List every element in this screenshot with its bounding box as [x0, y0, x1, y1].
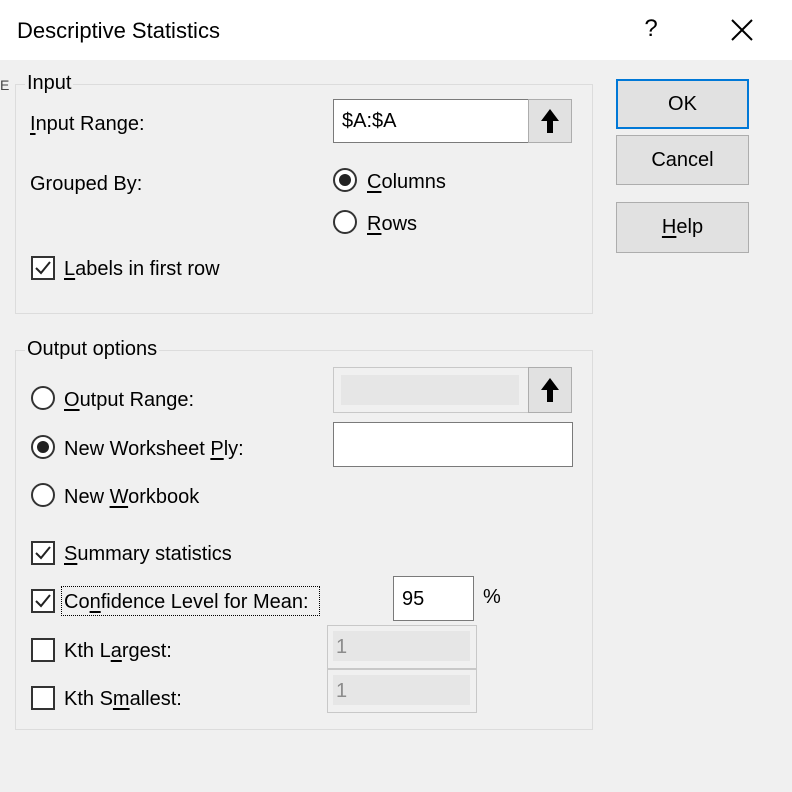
help-question-button[interactable]: ? [636, 14, 666, 44]
kth-smallest-value: 1 [336, 680, 348, 702]
new-worksheet-ply-field[interactable] [333, 422, 573, 467]
rows-label[interactable]: Rows [367, 212, 417, 236]
labels-first-row-checkbox[interactable] [31, 256, 55, 280]
kth-largest-field[interactable]: 1 [327, 625, 477, 669]
kth-largest-checkbox[interactable] [31, 638, 55, 662]
rows-radio[interactable] [333, 210, 357, 234]
new-worksheet-ply-label[interactable]: New Worksheet Ply: [64, 437, 244, 461]
new-worksheet-ply-radio[interactable] [31, 435, 55, 459]
up-arrow-icon [539, 107, 561, 135]
labels-first-row-label[interactable]: Labels in first row [64, 257, 220, 281]
checkmark-icon [35, 546, 51, 560]
background-sheet-letter: E [0, 77, 10, 93]
confidence-level-checkbox[interactable] [31, 589, 55, 613]
columns-radio[interactable] [333, 168, 357, 192]
columns-label[interactable]: Columns [367, 170, 446, 194]
input-group-legend: Input [25, 71, 74, 95]
summary-statistics-label[interactable]: Summary statistics [64, 542, 232, 566]
confidence-level-label[interactable]: Confidence Level for Mean: [64, 590, 309, 614]
dialog-title: Descriptive Statistics [17, 18, 220, 43]
checkmark-icon [35, 594, 51, 608]
percent-unit: % [483, 586, 501, 608]
grouped-by-label: Grouped By: [30, 173, 143, 195]
new-workbook-radio[interactable] [31, 483, 55, 507]
output-range-label[interactable]: Output Range: [64, 388, 194, 412]
input-range-value: $A:$A [342, 110, 397, 132]
checkmark-icon [35, 261, 51, 275]
kth-smallest-checkbox[interactable] [31, 686, 55, 710]
kth-smallest-field[interactable]: 1 [327, 669, 477, 713]
input-range-label: Input Range: [30, 113, 145, 135]
output-range-radio[interactable] [31, 386, 55, 410]
up-arrow-icon [539, 376, 561, 404]
radio-dot [339, 174, 351, 186]
output-range-inner [341, 375, 519, 405]
kth-largest-inner [333, 631, 470, 661]
summary-statistics-checkbox[interactable] [31, 541, 55, 565]
output-group-legend: Output options [25, 337, 160, 361]
cancel-button[interactable]: Cancel [616, 135, 749, 185]
new-workbook-label[interactable]: New Workbook [64, 485, 199, 509]
help-button[interactable]: Help [616, 202, 749, 253]
input-range-select-button[interactable] [528, 99, 572, 143]
confidence-level-field[interactable]: 95 [393, 576, 474, 621]
confidence-level-value: 95 [402, 587, 425, 610]
kth-largest-label[interactable]: Kth Largest: [64, 639, 172, 663]
output-range-select-button[interactable] [528, 367, 572, 413]
kth-largest-value: 1 [336, 636, 348, 658]
radio-dot [37, 441, 49, 453]
ok-button[interactable]: OK [616, 79, 749, 129]
output-range-field[interactable] [333, 367, 529, 413]
kth-smallest-label[interactable]: Kth Smallest: [64, 687, 182, 711]
kth-smallest-inner [333, 675, 470, 705]
close-icon[interactable] [727, 15, 757, 45]
input-range-field[interactable]: $A:$A [333, 99, 529, 143]
